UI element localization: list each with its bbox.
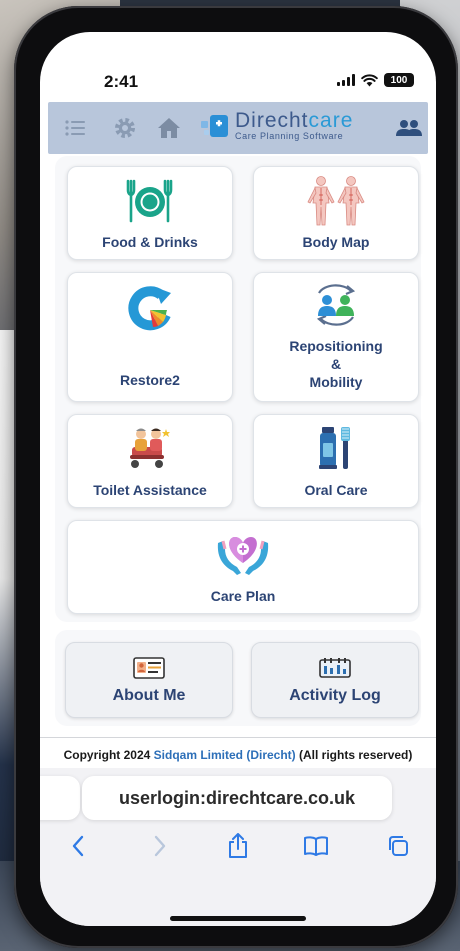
brand-logo: Direchtcare Care Planning Software bbox=[200, 109, 354, 141]
activity-log-icon bbox=[319, 657, 351, 684]
tile-repositioning-label-line3: Mobility bbox=[309, 374, 363, 390]
copyright-text: Copyright 2024 Sidqam Limited (Direcht) … bbox=[40, 748, 436, 762]
tile-repositioning-mobility[interactable]: Repositioning & Mobility bbox=[253, 272, 419, 402]
tile-restore2-label: Restore2 bbox=[120, 372, 180, 388]
phone-frame: 2:41 100 Direchtcare Care Planning Softw… bbox=[14, 6, 458, 948]
tile-oral-care-label: Oral Care bbox=[304, 482, 368, 498]
tabs-icon[interactable] bbox=[378, 828, 418, 864]
tile-body-map[interactable]: Body Map bbox=[253, 166, 419, 260]
toilet-assistance-icon bbox=[126, 425, 174, 474]
about-me-button[interactable]: About Me bbox=[65, 642, 233, 718]
care-plan-icon bbox=[215, 529, 271, 582]
copyright-suffix: (All rights reserved) bbox=[299, 748, 413, 762]
tile-care-plan-label: Care Plan bbox=[210, 588, 276, 604]
signal-icon bbox=[337, 74, 355, 86]
secondary-actions-panel: About Me Activity Log bbox=[55, 630, 421, 726]
home-indicator[interactable] bbox=[170, 916, 306, 921]
brand-subtitle: Care Planning Software bbox=[235, 131, 344, 141]
tile-toilet-assistance[interactable]: Toilet Assistance bbox=[67, 414, 233, 508]
tile-food-drinks[interactable]: Food & Drinks bbox=[67, 166, 233, 260]
tile-toilet-assistance-label: Toilet Assistance bbox=[93, 482, 207, 498]
id-card-icon bbox=[133, 657, 165, 684]
brand-mark-icon bbox=[201, 115, 228, 137]
previous-tab-stub[interactable] bbox=[40, 776, 80, 820]
tile-repositioning-label-line2: & bbox=[330, 356, 342, 372]
home-icon[interactable] bbox=[154, 102, 184, 154]
food-drinks-icon bbox=[125, 177, 175, 230]
users-icon[interactable] bbox=[394, 102, 424, 154]
tile-care-plan[interactable]: Care Plan bbox=[67, 520, 419, 614]
battery-icon: 100 bbox=[384, 73, 414, 87]
tile-repositioning-label-line1: Repositioning bbox=[289, 338, 383, 354]
tile-oral-care[interactable]: Oral Care bbox=[253, 414, 419, 508]
app-header: Direchtcare Care Planning Software bbox=[48, 102, 428, 154]
oral-care-icon bbox=[318, 425, 354, 476]
back-icon[interactable] bbox=[58, 828, 98, 864]
gear-icon[interactable] bbox=[108, 102, 142, 154]
status-icons: 100 bbox=[337, 73, 414, 87]
tile-restore2[interactable]: Restore2 bbox=[67, 272, 233, 402]
status-time: 2:41 bbox=[104, 72, 139, 91]
repositioning-icon bbox=[311, 283, 361, 332]
tile-body-map-label: Body Map bbox=[302, 234, 370, 250]
share-icon[interactable] bbox=[218, 828, 258, 864]
about-me-label: About Me bbox=[112, 687, 186, 704]
activity-log-button[interactable]: Activity Log bbox=[251, 642, 419, 718]
url-bar[interactable]: userlogin:direchtcare.co.uk bbox=[82, 776, 392, 820]
tile-food-drinks-label: Food & Drinks bbox=[102, 234, 198, 250]
bookmarks-icon[interactable] bbox=[296, 828, 336, 864]
status-bar: 2:41 100 bbox=[40, 32, 436, 102]
care-modules-panel: Food & Drinks Body Map Restore2 Repositi… bbox=[55, 156, 421, 622]
menu-icon[interactable] bbox=[60, 102, 90, 154]
restore2-icon bbox=[125, 285, 175, 340]
activity-log-label: Activity Log bbox=[289, 687, 381, 704]
footer-divider bbox=[40, 737, 436, 738]
brand-name: Direchtcare bbox=[235, 109, 354, 132]
copyright-prefix: Copyright 2024 bbox=[63, 748, 151, 762]
forward-icon[interactable] bbox=[140, 828, 180, 864]
wifi-icon bbox=[361, 73, 378, 86]
body-map-icon bbox=[305, 175, 367, 232]
phone-screen: 2:41 100 Direchtcare Care Planning Softw… bbox=[40, 32, 436, 926]
browser-toolbar-area: userlogin:direchtcare.co.uk bbox=[40, 768, 436, 926]
copyright-company[interactable]: Sidqam Limited (Direcht) bbox=[154, 748, 296, 762]
